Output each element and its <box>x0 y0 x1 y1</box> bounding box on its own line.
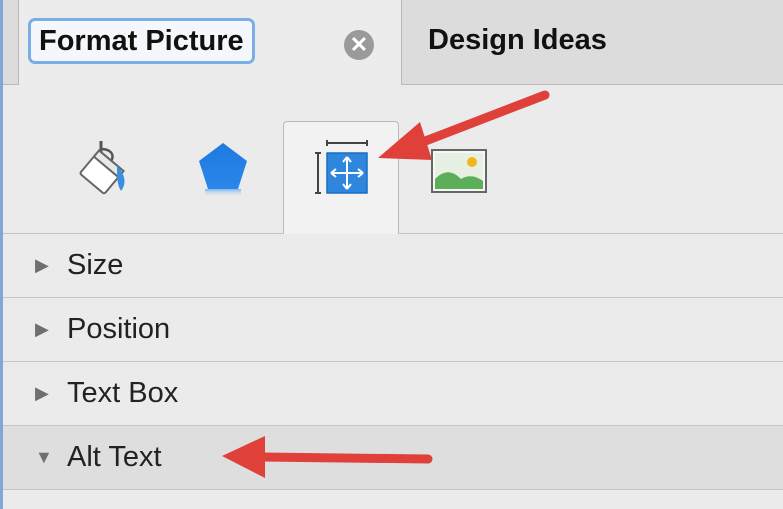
section-text-box-label: Text Box <box>67 377 179 409</box>
picture-icon[interactable] <box>431 149 487 193</box>
format-toolbar <box>3 85 783 234</box>
close-icon[interactable]: ✕ <box>344 30 374 60</box>
section-size-label: Size <box>67 249 124 281</box>
section-alt-text[interactable]: ▼ Alt Text <box>3 426 783 490</box>
tab-format-picture-label[interactable]: Format Picture <box>28 18 255 64</box>
fill-and-line-icon[interactable] <box>71 135 135 199</box>
size-and-properties-icon[interactable] <box>311 135 373 197</box>
tab-design-ideas[interactable]: Design Ideas <box>428 24 607 57</box>
tab-bar: Format Picture ✕ Design Ideas <box>3 0 783 85</box>
section-position[interactable]: ▶ Position <box>3 298 783 362</box>
section-size-toggle[interactable]: ▶ <box>35 255 55 276</box>
section-text-box[interactable]: ▶ Text Box <box>3 362 783 426</box>
section-text-box-toggle[interactable]: ▶ <box>35 383 55 404</box>
section-alt-text-toggle[interactable]: ▼ <box>35 447 55 468</box>
section-position-label: Position <box>67 313 171 345</box>
section-size[interactable]: ▶ Size <box>3 234 783 298</box>
section-position-toggle[interactable]: ▶ <box>35 319 55 340</box>
section-alt-text-label: Alt Text <box>67 441 162 473</box>
effects-icon[interactable] <box>193 137 253 201</box>
